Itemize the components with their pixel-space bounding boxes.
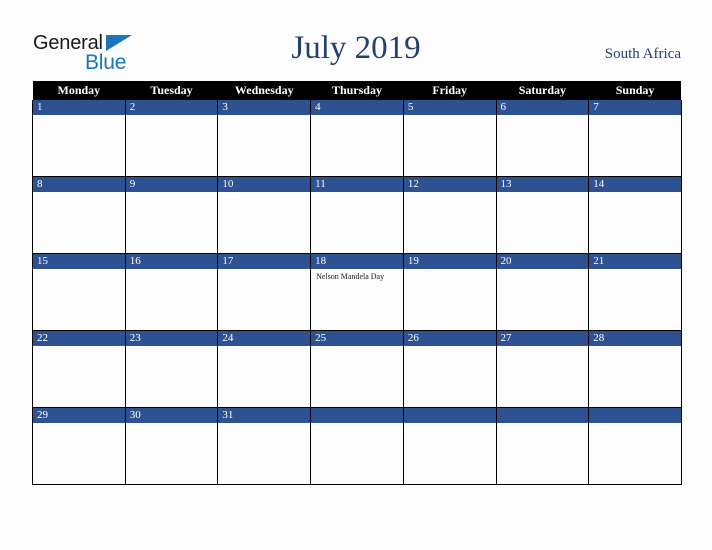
day-number: 10 [218,177,311,192]
weekday-header-thursday: Thursday [310,81,404,100]
logo-text-general: General [33,32,103,54]
weekday-header-tuesday: Tuesday [125,81,218,100]
day-cell-28[interactable]: 28 [588,330,682,408]
day-cell-4[interactable]: 4 [310,100,404,177]
day-number: 2 [125,100,218,115]
calendar-body: 1 2 3 4 5 6 7 8 9 10 11 12 13 14 15 16 17 18 Nelson Mandel… [32,100,682,485]
day-number: 26 [403,331,496,346]
day-number: 29 [33,408,125,423]
day-cell-1[interactable]: 1 [32,100,126,177]
triangle-icon [106,35,132,51]
day-number: 23 [125,331,218,346]
day-cell-7[interactable]: 7 [588,100,682,177]
day-number: 18 [311,254,403,269]
day-number: 1 [33,100,125,115]
day-number: 24 [218,331,311,346]
day-cell-empty[interactable] [495,407,590,485]
day-cell-9[interactable]: 9 [124,176,219,254]
day-number: 25 [311,331,403,346]
day-number: 7 [589,100,681,115]
calendar-header-row: Monday Tuesday Wednesday Thursday Friday Satu… [32,81,682,100]
day-number [589,408,681,423]
day-cell-2[interactable]: 2 [124,100,219,177]
day-number: 31 [218,408,311,423]
day-cell-13[interactable]: 13 [495,176,590,254]
weekday-header-sunday: Sunday [588,81,682,100]
day-number [311,408,403,423]
day-cell-23[interactable]: 23 [124,330,219,408]
day-cell-10[interactable]: 10 [217,176,312,254]
day-number: 5 [403,100,496,115]
weekday-header-saturday: Saturday [496,81,589,100]
day-cell-24[interactable]: 24 [217,330,312,408]
page-header: General Blue July 2019 South Africa [0,0,712,80]
calendar-week-row: 1234567 [32,100,682,177]
day-number: 4 [311,100,403,115]
day-cell-12[interactable]: 12 [402,176,497,254]
day-number: 9 [125,177,218,192]
logo-text-blue: Blue [85,51,127,74]
day-events: Nelson Mandela Day [311,269,403,282]
day-cell-empty[interactable] [588,407,682,485]
day-number [496,408,589,423]
weekday-header-friday: Friday [403,81,497,100]
day-cell-16[interactable]: 16 [124,253,219,331]
day-cell-empty[interactable] [310,407,404,485]
day-number: 11 [311,177,403,192]
day-number: 22 [33,331,125,346]
day-number: 17 [218,254,311,269]
day-cell-3[interactable]: 3 [217,100,312,177]
day-number: 15 [33,254,125,269]
day-cell-empty[interactable] [402,407,497,485]
day-cell-30[interactable]: 30 [124,407,219,485]
weekday-header-monday: Monday [32,81,126,100]
day-cell-18[interactable]: 18 Nelson Mandela Day [310,253,404,331]
day-cell-27[interactable]: 27 [495,330,590,408]
day-number: 30 [125,408,218,423]
day-cell-25[interactable]: 25 [310,330,404,408]
day-number: 28 [589,331,681,346]
day-number: 8 [33,177,125,192]
calendar-week-row: 22 23 24 25 26 27 28 [32,330,682,408]
day-number [403,408,496,423]
brand-logo: General Blue [33,33,153,73]
day-cell-14[interactable]: 14 [588,176,682,254]
day-cell-26[interactable]: 26 [402,330,497,408]
event-label: Nelson Mandela Day [316,272,385,281]
page-title: July 2019 [291,30,421,66]
weekday-row: Monday Tuesday Wednesday Thursday Friday Satu… [32,81,682,100]
day-number: 20 [496,254,589,269]
country-label: South Africa [604,46,681,62]
day-number: 27 [496,331,589,346]
day-cell-11[interactable]: 11 [310,176,404,254]
day-number: 6 [496,100,589,115]
calendar-week-row: 8 9 10 11 12 13 14 [32,176,682,254]
day-cell-5[interactable]: 5 [402,100,497,177]
calendar-grid: Monday Tuesday Wednesday Thursday Friday Satu… [32,81,682,485]
day-cell-17[interactable]: 17 [217,253,312,331]
day-cell-31[interactable]: 31 [217,407,312,485]
weekday-header-wednesday: Wednesday [217,81,311,100]
day-number: 19 [403,254,496,269]
calendar-week-row: 15 16 17 18 Nelson Mandela Day 19 20 21 [32,253,682,331]
calendar-week-row: 29 30 31 [32,407,682,485]
day-number: 13 [496,177,589,192]
day-cell-29[interactable]: 29 [32,407,126,485]
day-number: 3 [218,100,311,115]
day-cell-8[interactable]: 8 [32,176,126,254]
day-cell-20[interactable]: 20 [495,253,590,331]
day-cell-15[interactable]: 15 [32,253,126,331]
day-cell-21[interactable]: 21 [588,253,682,331]
day-number: 12 [403,177,496,192]
day-cell-6[interactable]: 6 [495,100,590,177]
day-cell-19[interactable]: 19 [402,253,497,331]
day-number: 16 [125,254,218,269]
day-cell-22[interactable]: 22 [32,330,126,408]
day-number: 21 [589,254,681,269]
day-number: 14 [589,177,681,192]
